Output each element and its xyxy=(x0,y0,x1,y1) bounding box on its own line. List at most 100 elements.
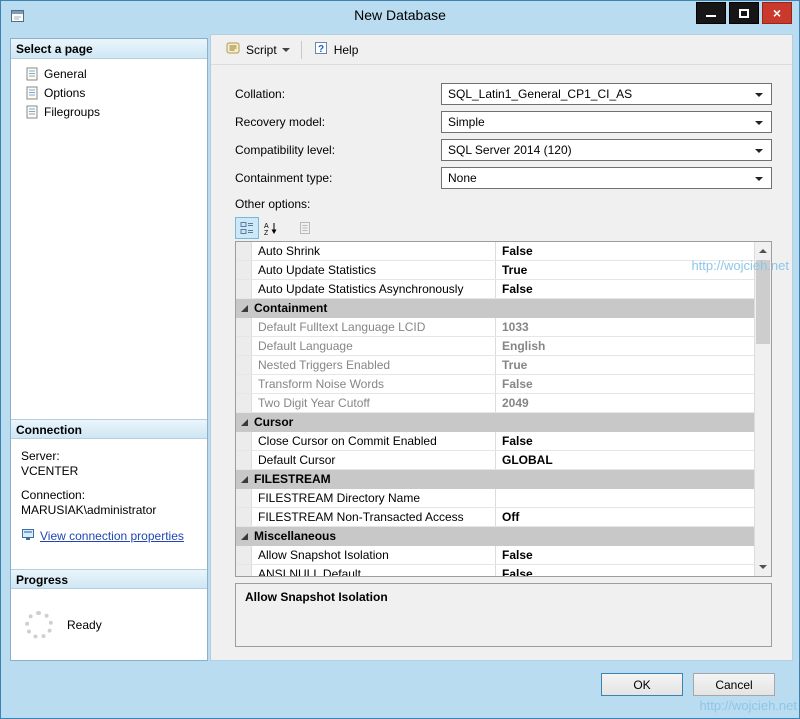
containment-type-combobox[interactable]: None xyxy=(441,167,772,189)
property-row[interactable]: ANSI NULL DefaultFalse xyxy=(236,565,754,576)
compatibility-level-label: Compatibility level: xyxy=(235,143,441,157)
window-title: New Database xyxy=(1,7,799,23)
property-value[interactable]: False xyxy=(496,432,754,450)
sidebar-item-options[interactable]: Options xyxy=(11,83,207,102)
script-dropdown-caret-icon[interactable] xyxy=(282,48,290,56)
property-row[interactable]: Default Fulltext Language LCID1033 xyxy=(236,318,754,337)
property-value[interactable]: GLOBAL xyxy=(496,451,754,469)
property-value[interactable]: 1033 xyxy=(496,318,754,336)
property-row[interactable]: Close Cursor on Commit EnabledFalse xyxy=(236,432,754,451)
scroll-up-button[interactable] xyxy=(755,242,771,259)
ok-button[interactable]: OK xyxy=(601,673,683,696)
form-row: Recovery model:Simple xyxy=(235,111,772,133)
maximize-button[interactable] xyxy=(729,2,759,24)
property-value[interactable]: False xyxy=(496,565,754,576)
connection-panel: Server: VCENTER Connection: MARUSIAK\adm… xyxy=(11,439,207,569)
property-name: Nested Triggers Enabled xyxy=(252,356,496,374)
categorized-button[interactable] xyxy=(235,217,259,239)
page-icon xyxy=(25,86,39,100)
dropdown-caret-icon xyxy=(755,93,763,101)
maximize-icon xyxy=(739,9,749,18)
property-row[interactable]: Two Digit Year Cutoff2049 xyxy=(236,394,754,413)
recovery-model-label: Recovery model: xyxy=(235,115,441,129)
category-row[interactable]: Miscellaneous xyxy=(236,527,754,546)
category-row[interactable]: Containment xyxy=(236,299,754,318)
category-row[interactable]: Cursor xyxy=(236,413,754,432)
help-button[interactable]: ? Help xyxy=(307,37,365,62)
sidebar-item-filegroups[interactable]: Filegroups xyxy=(11,102,207,121)
property-name: Allow Snapshot Isolation xyxy=(252,546,496,564)
toolbar-separator xyxy=(301,41,302,59)
main-panel: Script ? Help Collation:SQL_Latin1_Gener… xyxy=(210,34,793,661)
help-icon: ? xyxy=(313,40,329,59)
property-value[interactable]: False xyxy=(496,242,754,260)
category-label: Cursor xyxy=(252,413,754,431)
compatibility-level-combobox[interactable]: SQL Server 2014 (120) xyxy=(441,139,772,161)
property-value[interactable]: False xyxy=(496,280,754,298)
property-value[interactable]: False xyxy=(496,546,754,564)
scroll-down-button[interactable] xyxy=(755,559,771,576)
dropdown-caret-icon xyxy=(755,121,763,129)
dropdown-caret-icon xyxy=(755,177,763,185)
property-value[interactable]: True xyxy=(496,261,754,279)
grid-scrollbar[interactable] xyxy=(754,242,771,576)
property-description-panel: Allow Snapshot Isolation xyxy=(235,583,772,647)
scroll-up-icon xyxy=(759,245,767,253)
property-row[interactable]: Auto ShrinkFalse xyxy=(236,242,754,261)
property-row[interactable]: Auto Update Statistics AsynchronouslyFal… xyxy=(236,280,754,299)
property-name: Transform Noise Words xyxy=(252,375,496,393)
view-connection-properties-link[interactable]: View connection properties xyxy=(40,529,184,543)
page-label: Filegroups xyxy=(44,105,100,119)
category-row[interactable]: FILESTREAM xyxy=(236,470,754,489)
connection-value: MARUSIAK\administrator xyxy=(21,503,207,517)
row-margin xyxy=(236,546,252,564)
property-row[interactable]: Transform Noise WordsFalse xyxy=(236,375,754,394)
new-database-window: New Database × Select a page GeneralOpti… xyxy=(0,0,800,719)
category-label: Miscellaneous xyxy=(252,527,754,545)
property-value[interactable]: Off xyxy=(496,508,754,526)
property-value[interactable]: False xyxy=(496,375,754,393)
row-margin xyxy=(236,451,252,469)
property-row[interactable]: Nested Triggers EnabledTrue xyxy=(236,356,754,375)
property-grid-rows: Auto ShrinkFalseAuto Update StatisticsTr… xyxy=(236,242,754,576)
row-margin xyxy=(236,261,252,279)
row-margin xyxy=(236,432,252,450)
collapse-icon[interactable] xyxy=(241,305,248,312)
property-value[interactable]: True xyxy=(496,356,754,374)
property-name: Auto Update Statistics Asynchronously xyxy=(252,280,496,298)
property-name: Two Digit Year Cutoff xyxy=(252,394,496,412)
property-row[interactable]: FILESTREAM Directory Name xyxy=(236,489,754,508)
titlebar[interactable]: New Database × xyxy=(1,1,799,31)
options-form: Collation:SQL_Latin1_General_CP1_CI_ASRe… xyxy=(211,65,792,189)
property-row[interactable]: Allow Snapshot IsolationFalse xyxy=(236,546,754,565)
dialog-footer: OK Cancel xyxy=(1,673,799,696)
page-label: Options xyxy=(44,86,85,100)
property-row[interactable]: Default LanguageEnglish xyxy=(236,337,754,356)
page-label: General xyxy=(44,67,87,81)
property-row[interactable]: Default CursorGLOBAL xyxy=(236,451,754,470)
collapse-icon[interactable] xyxy=(241,419,248,426)
property-value[interactable]: English xyxy=(496,337,754,355)
other-options-label: Other options: xyxy=(235,197,792,211)
page-list: General Options Filegroups xyxy=(11,59,207,419)
property-name: Close Cursor on Commit Enabled xyxy=(252,432,496,450)
server-label: Server: xyxy=(21,449,207,463)
script-button[interactable]: Script xyxy=(219,37,296,62)
collapse-icon[interactable] xyxy=(241,533,248,540)
category-margin xyxy=(236,413,252,431)
close-button[interactable]: × xyxy=(762,2,792,24)
property-value[interactable]: 2049 xyxy=(496,394,754,412)
property-row[interactable]: FILESTREAM Non-Transacted AccessOff xyxy=(236,508,754,527)
category-label: Containment xyxy=(252,299,754,317)
cancel-button[interactable]: Cancel xyxy=(693,673,775,696)
row-margin xyxy=(236,489,252,507)
minimize-button[interactable] xyxy=(696,2,726,24)
collation-combobox[interactable]: SQL_Latin1_General_CP1_CI_AS xyxy=(441,83,772,105)
scroll-thumb[interactable] xyxy=(756,260,770,344)
collapse-icon[interactable] xyxy=(241,476,248,483)
property-row[interactable]: Auto Update StatisticsTrue xyxy=(236,261,754,280)
property-value[interactable] xyxy=(496,489,754,507)
recovery-model-combobox[interactable]: Simple xyxy=(441,111,772,133)
alphabetical-sort-button[interactable]: AZ xyxy=(259,217,283,239)
sidebar-item-general[interactable]: General xyxy=(11,64,207,83)
